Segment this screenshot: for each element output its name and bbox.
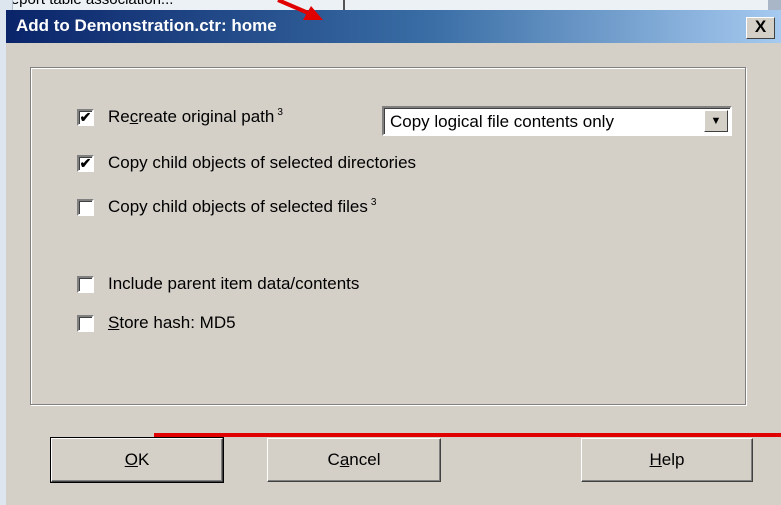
copy-child-files-checkbox[interactable]	[77, 198, 94, 216]
recreate-original-path-option[interactable]: ✔ Recreate original path 3	[77, 106, 283, 128]
recreate-original-path-label: Recreate original path 3	[108, 107, 283, 126]
help-label: elp	[661, 450, 685, 469]
cancel-accel: a	[339, 450, 350, 469]
add-to-dialog: Add to Demonstration.ctr: home X ✔ Recre…	[6, 10, 781, 505]
recreate-original-path-checkbox[interactable]: ✔	[77, 108, 94, 126]
ok-accel: O	[124, 450, 138, 469]
help-button[interactable]: Help	[581, 438, 753, 482]
help-accel: H	[649, 450, 662, 469]
copy-child-files-option[interactable]: Copy child objects of selected files 3	[77, 196, 376, 218]
annotation-red-line	[154, 433, 781, 437]
cancel-button[interactable]: Cancel	[267, 438, 441, 482]
include-parent-data-option[interactable]: Include parent item data/contents	[77, 273, 359, 295]
include-parent-data-checkbox[interactable]	[77, 275, 94, 293]
store-hash-checkbox[interactable]	[77, 314, 94, 332]
dropdown-arrow-icon[interactable]: ▼	[704, 110, 728, 132]
include-parent-data-label: Include parent item data/contents	[108, 274, 360, 293]
store-hash-option[interactable]: Store hash: MD5	[77, 312, 236, 334]
copy-child-files-label: Copy child objects of selected files 3	[108, 197, 377, 216]
footnote-marker: 3	[370, 197, 377, 209]
ok-label: K	[137, 450, 150, 469]
copy-child-directories-option[interactable]: ✔ Copy child objects of selected directo…	[77, 152, 416, 174]
copy-mode-selected: Copy logical file contents only	[390, 112, 614, 131]
copy-child-directories-label: Copy child objects of selected directori…	[108, 153, 417, 172]
store-hash-label: Store hash: MD5	[108, 313, 236, 332]
annotation-arrow-icon	[277, 0, 323, 20]
copy-child-directories-checkbox[interactable]: ✔	[77, 154, 94, 172]
ok-button[interactable]: OK	[50, 437, 224, 483]
copy-mode-dropdown[interactable]: Copy logical file contents only ▼	[382, 106, 732, 136]
footnote-marker: 3	[277, 107, 283, 119]
